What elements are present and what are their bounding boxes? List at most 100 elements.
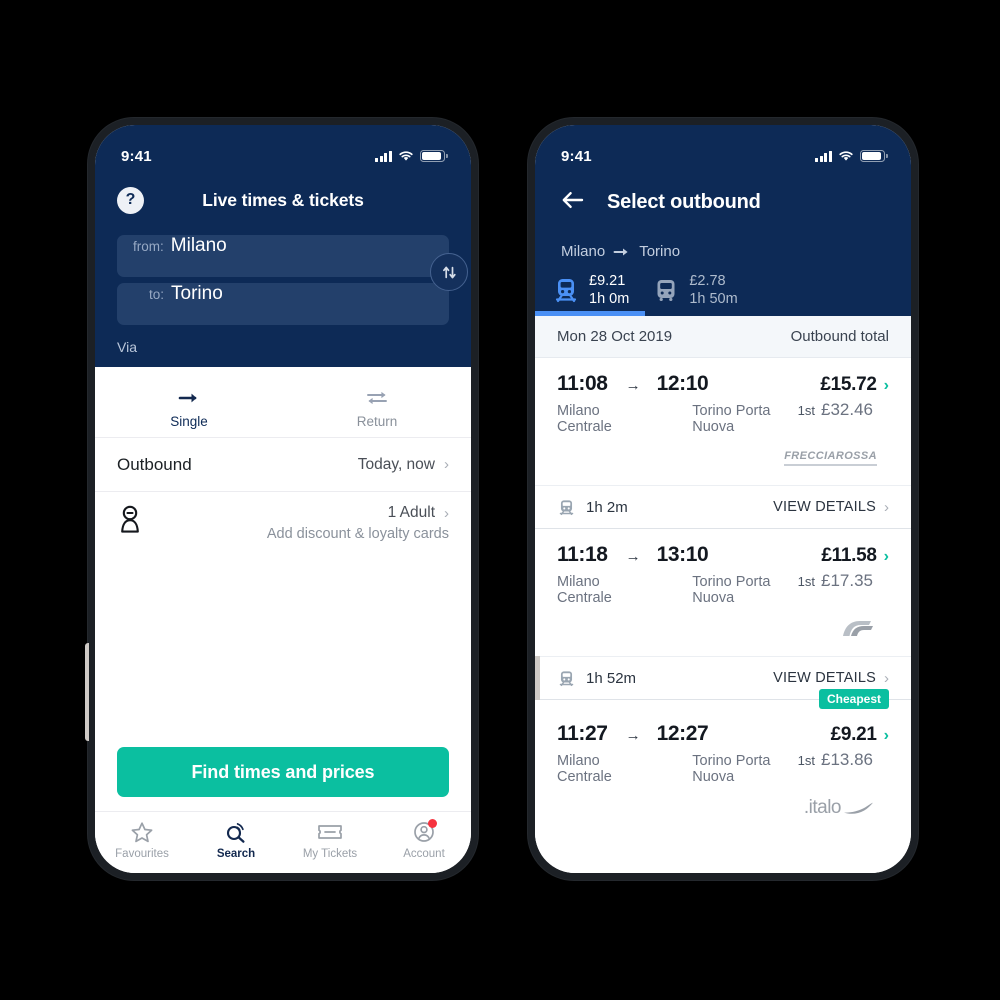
journey-stations: Milano Centrale Torino Porta Nuova 1st £…: [557, 750, 889, 785]
arrow-right-icon: →: [625, 377, 641, 395]
status-bar: 9:41: [535, 125, 911, 177]
status-indicators: [375, 150, 448, 162]
frecciarossa-logo: FRECCIAROSSA: [784, 450, 877, 467]
from-value[interactable]: Milano: [171, 235, 227, 257]
route-destination: Torino: [639, 243, 681, 260]
journey-row[interactable]: 11:18 → 13:10 £11.58 › Milano Centrale T…: [535, 529, 911, 657]
account-notification-badge: [428, 819, 437, 828]
journey-price: £11.58: [821, 545, 877, 567]
swap-vertical-icon: [442, 266, 456, 278]
mode-tab-train-text: £9.21 1h 0m: [589, 272, 629, 308]
mode-tabs: £9.21 1h 0m £2.78 1h 50m: [535, 260, 911, 317]
journey-times: 11:18 → 13:10 £11.58 ›: [557, 543, 889, 567]
find-times-and-prices-button[interactable]: Find times and prices: [117, 747, 449, 797]
battery-icon: [420, 150, 448, 162]
results-list[interactable]: Mon 28 Oct 2019 Outbound total 11:08 → 1…: [535, 316, 911, 873]
page-title: Live times & tickets: [202, 189, 364, 210]
chevron-right-icon: ›: [883, 377, 889, 395]
outbound-value-group: Today, now ›: [358, 456, 449, 474]
arrow-right-icon: →: [625, 548, 641, 566]
wifi-icon: [399, 151, 413, 161]
arrive-station: Torino Porta Nuova: [692, 574, 771, 607]
fs-trenitalia-logo: [843, 621, 873, 637]
mode-tab-train[interactable]: £9.21 1h 0m: [535, 272, 646, 317]
tab-favourites-label: Favourites: [115, 848, 169, 860]
train-icon: [555, 279, 577, 303]
mode-tab-bus-text: £2.78 1h 50m: [689, 272, 737, 308]
arrive-time: 12:27: [656, 722, 709, 746]
journey-price: £9.21: [830, 724, 877, 746]
view-details-link[interactable]: VIEW DETAILS: [773, 499, 876, 515]
mode-tab-bus[interactable]: £2.78 1h 50m: [653, 272, 738, 316]
trip-type-return[interactable]: Return: [283, 385, 471, 429]
journey-row[interactable]: Cheapest 11:27 → 12:27 £9.21 › Milano Ce…: [535, 689, 911, 836]
journey-footer[interactable]: 1h 2m VIEW DETAILS ›: [535, 485, 911, 530]
arrive-station: Torino Porta Nuova: [692, 753, 771, 786]
italo-logo-text: .italo: [803, 797, 842, 819]
passengers-summary: 1 Adult › Add discount & loyalty cards: [267, 504, 449, 542]
mode-tab-bus-price: £2.78: [689, 273, 726, 289]
view-details-link[interactable]: VIEW DETAILS: [773, 670, 876, 686]
status-time: 9:41: [121, 147, 152, 165]
depart-time: 11:08: [557, 372, 608, 396]
tab-search[interactable]: Search: [189, 819, 283, 873]
via-label[interactable]: Via: [95, 331, 471, 355]
arrive-time: 13:10: [656, 543, 709, 567]
cta-container: Find times and prices: [95, 747, 471, 811]
person-icon: [117, 504, 143, 543]
first-class-price-group: 1st £13.86: [798, 750, 889, 770]
journey-price-group: £15.72 ›: [820, 374, 889, 396]
outbound-row[interactable]: Outbound Today, now ›: [95, 437, 471, 491]
to-label: to:: [149, 287, 165, 302]
journey-stations: Milano Centrale Torino Porta Nuova 1st £…: [557, 400, 889, 435]
results-header: Select outbound Milano Torino £9.21 1h 0…: [535, 177, 911, 317]
trip-type-tabs: Single Return: [95, 367, 471, 437]
to-field[interactable]: to: Torino: [117, 283, 449, 325]
tab-account[interactable]: Account: [377, 819, 471, 873]
mode-tab-bus-duration: 1h 50m: [689, 291, 738, 308]
station-fields: from: Milano to: Torino: [95, 223, 471, 325]
journey-times: 11:27 → 12:27 £9.21 ›: [557, 722, 889, 746]
ticket-icon: [283, 819, 377, 845]
chevron-right-icon: ›: [883, 727, 889, 745]
tab-favourites[interactable]: Favourites: [95, 819, 189, 873]
content-spacer: [95, 557, 471, 747]
first-class-price: £32.46: [821, 400, 873, 420]
help-button[interactable]: ?: [117, 186, 144, 214]
search-header: ? Live times & tickets from: Milano to: …: [95, 177, 471, 367]
tab-my-tickets[interactable]: My Tickets: [283, 819, 377, 873]
phone-left-screen: 9:41 ? Live times & tickets from: Milano…: [95, 125, 471, 873]
chevron-right-icon: ›: [884, 498, 889, 516]
phone-side-button[interactable]: [85, 643, 89, 741]
journey-price-group: £11.58 ›: [821, 545, 889, 567]
back-button[interactable]: [561, 191, 585, 214]
status-bar: 9:41: [95, 125, 471, 177]
operator-logo-wrap: FRECCIAROSSA: [557, 441, 889, 475]
trip-type-single[interactable]: Single: [95, 385, 283, 429]
italo-logo: .italo: [804, 797, 877, 819]
status-time: 9:41: [561, 147, 592, 165]
discount-cards-link[interactable]: Add discount & loyalty cards: [267, 526, 449, 542]
mode-tab-train-price: £9.21: [589, 273, 626, 289]
depart-time: 11:18: [557, 543, 608, 567]
arrive-station: Torino Porta Nuova: [692, 403, 771, 436]
train-icon: [559, 500, 574, 515]
swap-stations-button[interactable]: [430, 253, 468, 291]
arrows-exchange-icon: [283, 385, 471, 411]
journey-row[interactable]: 11:08 → 12:10 £15.72 › Milano Centrale T…: [535, 358, 911, 486]
cellular-signal-icon: [815, 150, 832, 162]
first-class-price-group: 1st £32.46: [798, 400, 889, 420]
journey-price: £15.72: [820, 374, 877, 396]
first-class-price: £17.35: [821, 571, 873, 591]
from-field[interactable]: from: Milano: [117, 235, 449, 277]
screenshot-stage: 9:41 ? Live times & tickets from: Milano…: [0, 0, 1000, 1000]
wifi-icon: [839, 151, 853, 161]
search-icon: [189, 819, 283, 845]
journey-duration: 1h 2m: [586, 498, 628, 516]
depart-station: Milano Centrale: [557, 753, 612, 786]
to-value[interactable]: Torino: [171, 283, 223, 305]
trip-type-single-label: Single: [170, 414, 208, 429]
passengers-row[interactable]: 1 Adult › Add discount & loyalty cards: [95, 491, 471, 557]
breadcrumb: Milano Torino: [535, 227, 911, 260]
arrive-time: 12:10: [656, 372, 709, 396]
